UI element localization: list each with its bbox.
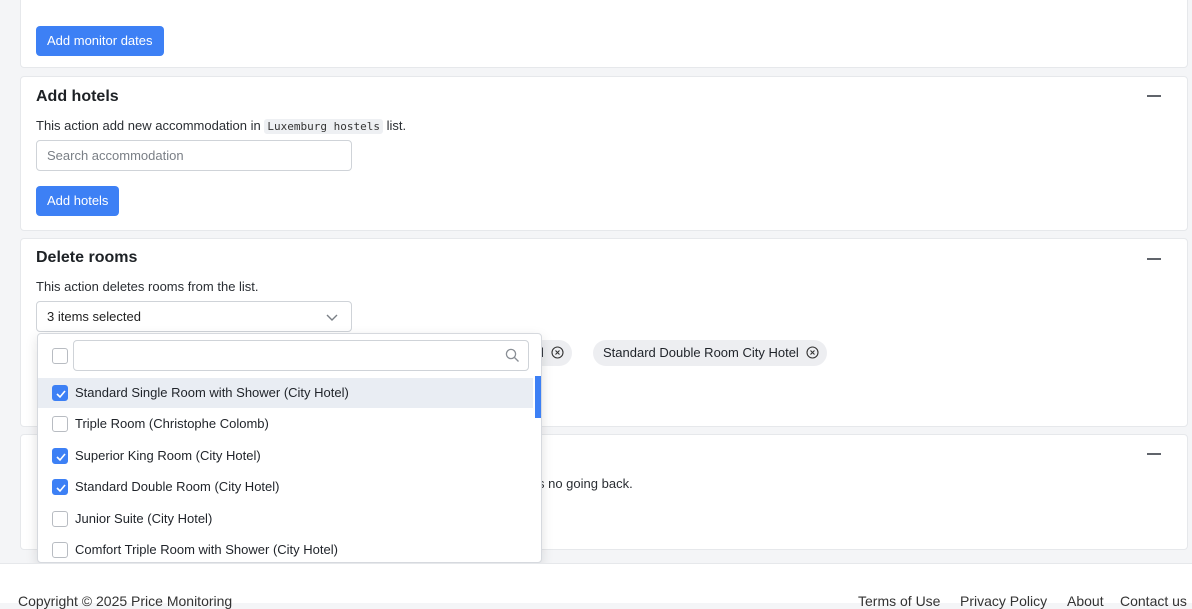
select-all-checkbox[interactable] [52, 348, 68, 364]
add-monitor-dates-button[interactable]: Add monitor dates [36, 26, 164, 56]
add-hotels-description: This action add new accommodation in Lux… [36, 118, 407, 134]
dropdown-scrollbar[interactable] [535, 376, 541, 418]
option-label: Standard Double Room (City Hotel) [75, 479, 280, 494]
dropdown-option[interactable]: Triple Room (Christophe Colomb) [38, 409, 533, 439]
checkbox[interactable] [52, 511, 68, 527]
add-hotels-button[interactable]: Add hotels [36, 186, 120, 216]
checkbox-checked[interactable] [52, 448, 68, 464]
footer-link-contact[interactable]: Contact us [1120, 593, 1187, 609]
collapse-icon[interactable] [1147, 258, 1161, 260]
rooms-select-value: 3 items selected [47, 309, 141, 324]
copyright-text: Copyright © 2025 Price Monitoring [18, 593, 233, 609]
add-hotels-title: Add hotels [36, 88, 119, 105]
checkbox[interactable] [52, 542, 68, 558]
footer: Copyright © 2025 Price Monitoring Terms … [0, 563, 1192, 609]
footer-link-privacy[interactable]: Privacy Policy [960, 593, 1047, 609]
monitor-dates-card: Add monitor dates [20, 0, 1188, 68]
delete-rooms-title: Delete rooms [36, 249, 138, 266]
delete-list-description: s no going back. [538, 476, 633, 491]
option-label: Comfort Triple Room with Shower (City Ho… [75, 542, 338, 557]
checkbox-checked[interactable] [52, 385, 68, 401]
dropdown-option[interactable]: Junior Suite (City Hotel) [38, 504, 533, 534]
collapse-icon[interactable] [1147, 95, 1161, 97]
checkbox[interactable] [52, 416, 68, 432]
chevron-down-icon [326, 314, 338, 321]
search-icon [505, 348, 519, 362]
dropdown-option[interactable]: Standard Double Room (City Hotel) [38, 472, 533, 502]
rooms-dropdown: Standard Single Room with Shower (City H… [37, 333, 542, 563]
option-label: Standard Single Room with Shower (City H… [75, 385, 349, 400]
option-label: Junior Suite (City Hotel) [75, 511, 213, 526]
footer-link-terms[interactable]: Terms of Use [858, 593, 940, 609]
collapse-icon[interactable] [1147, 453, 1161, 455]
footer-link-about[interactable]: About [1067, 593, 1104, 609]
option-label: Superior King Room (City Hotel) [75, 448, 261, 463]
remove-chip-icon[interactable] [551, 346, 564, 359]
selected-room-chip: Standard Double Room City Hotel [593, 340, 828, 366]
remove-chip-icon[interactable] [806, 346, 820, 359]
dropdown-option[interactable]: Comfort Triple Room with Shower (City Ho… [38, 535, 533, 562]
rooms-select[interactable]: 3 items selected [36, 301, 352, 332]
checkbox-checked[interactable] [52, 479, 68, 495]
add-hotels-card: Add hotels This action add new accommoda… [20, 76, 1188, 231]
option-label: Triple Room (Christophe Colomb) [75, 416, 269, 431]
dropdown-search-input[interactable] [73, 340, 529, 371]
dropdown-option[interactable]: Superior King Room (City Hotel) [38, 441, 533, 471]
delete-rooms-description: This action deletes rooms from the list. [36, 279, 259, 294]
dropdown-option[interactable]: Standard Single Room with Shower (City H… [38, 378, 533, 408]
list-name-code: Luxemburg hostels [264, 119, 383, 134]
search-accommodation-input[interactable] [36, 140, 352, 171]
